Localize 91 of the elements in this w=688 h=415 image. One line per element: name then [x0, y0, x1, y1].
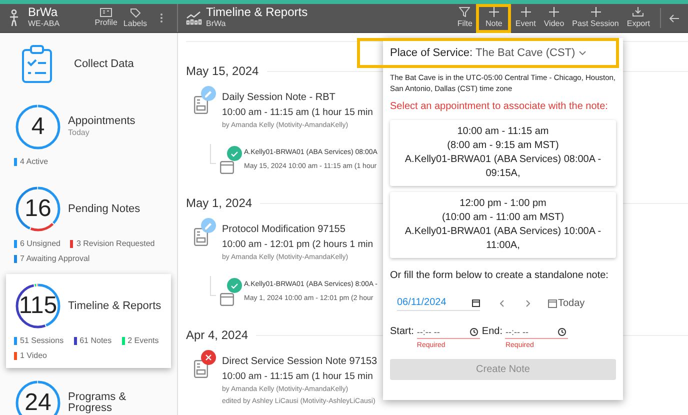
person-icon — [8, 9, 20, 27]
start-time-field[interactable]: --:-- -- — [416, 325, 480, 339]
summary-card[interactable]: 16 Pending Notes 6 Unsigned 3 Revision Requested 7 Awaiting Approval — [6, 177, 171, 271]
calendar-icon — [548, 298, 557, 308]
add-button[interactable]: Note — [476, 4, 512, 32]
legend-label: 6 Unsigned — [20, 238, 60, 250]
note-title[interactable]: Direct Service Session Note 97153 — [222, 354, 378, 369]
add-button[interactable]: Past Session — [568, 7, 623, 29]
progress-ring — [14, 379, 62, 415]
summary-card[interactable]: 4 Appointments Today 4 Active — [6, 95, 171, 174]
funnel-icon — [459, 7, 470, 17]
end-label: End: — [482, 325, 502, 339]
plus-icon — [488, 7, 499, 17]
standalone-prompt: Or fill the form below to create a standalone note: — [390, 269, 610, 283]
patient-org: WE-ABA — [28, 18, 60, 30]
legend-label: 51 Sessions — [20, 335, 64, 347]
card-subtitle: Today — [68, 127, 90, 138]
legend-label: 2 Events — [128, 335, 159, 347]
clock-icon[interactable] — [558, 328, 566, 336]
appointment-local-time: (8:00 am - 9:15 am MST) — [447, 139, 559, 153]
date-heading: May 15, 2024 — [186, 63, 259, 80]
document-icon — [220, 161, 234, 174]
place-value: The Bat Cave (CST) — [476, 46, 576, 61]
appointment-time: 10:00 am - 11:15 am — [457, 125, 549, 139]
document-icon — [194, 228, 208, 246]
place-of-service-dropdown[interactable]: Place of Service: The Bat Cave (CST) — [390, 44, 586, 62]
clock-icon[interactable] — [470, 328, 478, 336]
count-number: 16 — [24, 197, 52, 221]
appointment-prompt: Select an appointment to associate with the note: — [390, 100, 609, 114]
profile-button[interactable]: Profile — [92, 8, 120, 28]
legend-label: 61 Notes — [80, 335, 112, 347]
add-button[interactable]: Event — [511, 7, 540, 29]
appointment-name: A.Kelly01-BRWA01 (ABA Services) 10:00A - 11:00A, — [404, 225, 602, 253]
appointment-option[interactable]: 10:00 am - 11:15 am (8:00 am - 9:15 am MST) A.Kelly01-BRWA01 (ABA Services) 08:00A - 09:15A, — [390, 120, 616, 186]
chart-icon — [186, 11, 202, 25]
document-icon — [220, 293, 234, 306]
start-label: Start: — [390, 325, 414, 339]
card-title: Timeline & Reports — [68, 300, 162, 312]
section-title: Timeline & Reports — [206, 6, 308, 18]
count-number: 24 — [24, 391, 52, 415]
plus-icon — [520, 7, 531, 17]
section-subtitle: BrWa — [206, 18, 227, 30]
today-button[interactable]: Today — [548, 296, 585, 310]
card-title: Appointments — [68, 116, 136, 127]
note-title[interactable]: Daily Session Note - RBT — [222, 90, 336, 105]
legend-label: 7 Awaiting Approval — [20, 253, 90, 265]
id-card-icon — [100, 8, 112, 17]
date-heading: Apr 4, 2024 — [186, 327, 248, 344]
note-time: 10:00 am - 11:15 am (1 hour 15 min — [222, 106, 373, 120]
document-icon — [194, 96, 208, 114]
download-tray-icon — [632, 7, 644, 17]
tag-icon — [130, 8, 141, 18]
summary-card[interactable]: 24 Programs & Progress — [6, 371, 171, 415]
note-time: 10:00 am - 11:15 am (1 hour 15 min — [222, 370, 373, 384]
collect-data-link[interactable]: Collect Data — [74, 56, 134, 72]
progress-ring — [14, 282, 62, 330]
note-title[interactable]: Protocol Modification 97155 — [222, 222, 346, 237]
appointment-option[interactable]: 12:00 pm - 1:00 pm (10:00 am - 11:00 am MST) A.Kelly01-BRWA01 (ABA Services) 10:00A - 11:00A, — [390, 192, 616, 258]
plus-icon — [549, 7, 559, 17]
back-arrow-icon[interactable] — [669, 14, 680, 22]
progress-ring — [14, 185, 62, 233]
document-icon — [194, 360, 208, 378]
chevron-down-icon — [579, 51, 586, 55]
filter-button[interactable]: Filte — [453, 7, 476, 29]
legend-label: 3 Revision Requested — [76, 238, 155, 250]
appointment-local-time: (10:00 am - 11:00 am MST) — [442, 211, 564, 225]
date-field[interactable]: 06/11/2024 — [397, 295, 480, 311]
labels-button[interactable]: Labels — [120, 8, 150, 28]
date-heading: May 1, 2024 — [186, 195, 252, 212]
card-title: Pending Notes — [68, 204, 140, 214]
legend-label: 4 Active — [20, 156, 48, 168]
kebab-menu-icon[interactable] — [160, 13, 163, 23]
clipboard-checklist-icon[interactable] — [22, 45, 52, 83]
patient-name: BrWa — [28, 6, 59, 18]
chevron-left-icon[interactable] — [500, 300, 504, 306]
add-button[interactable]: Video — [540, 7, 568, 29]
place-label: Place of Service: — [390, 46, 473, 61]
plus-icon — [590, 7, 601, 17]
appointment-time: 12:00 pm - 1:00 pm — [460, 197, 546, 211]
appointment-name: A.Kelly01-BRWA01 (ABA Services) 08:00A - 09:15A, — [404, 153, 602, 181]
end-time-field[interactable]: --:-- -- — [505, 325, 568, 339]
legend-label: 1 Video — [20, 350, 47, 362]
chevron-right-icon[interactable] — [526, 300, 530, 306]
calendar-icon[interactable] — [472, 298, 480, 306]
card-title: Programs & Progress — [68, 392, 128, 414]
count-number: 115 — [18, 294, 58, 318]
export-button[interactable]: Export — [622, 7, 654, 29]
count-number: 4 — [31, 115, 45, 139]
summary-card[interactable]: 115 Timeline & Reports 51 Sessions 61 Notes 2 Events 1 Video — [6, 274, 171, 368]
note-time: 10:00 am - 12:01 pm (2 hours 1 min — [222, 238, 374, 252]
progress-ring — [14, 103, 62, 151]
